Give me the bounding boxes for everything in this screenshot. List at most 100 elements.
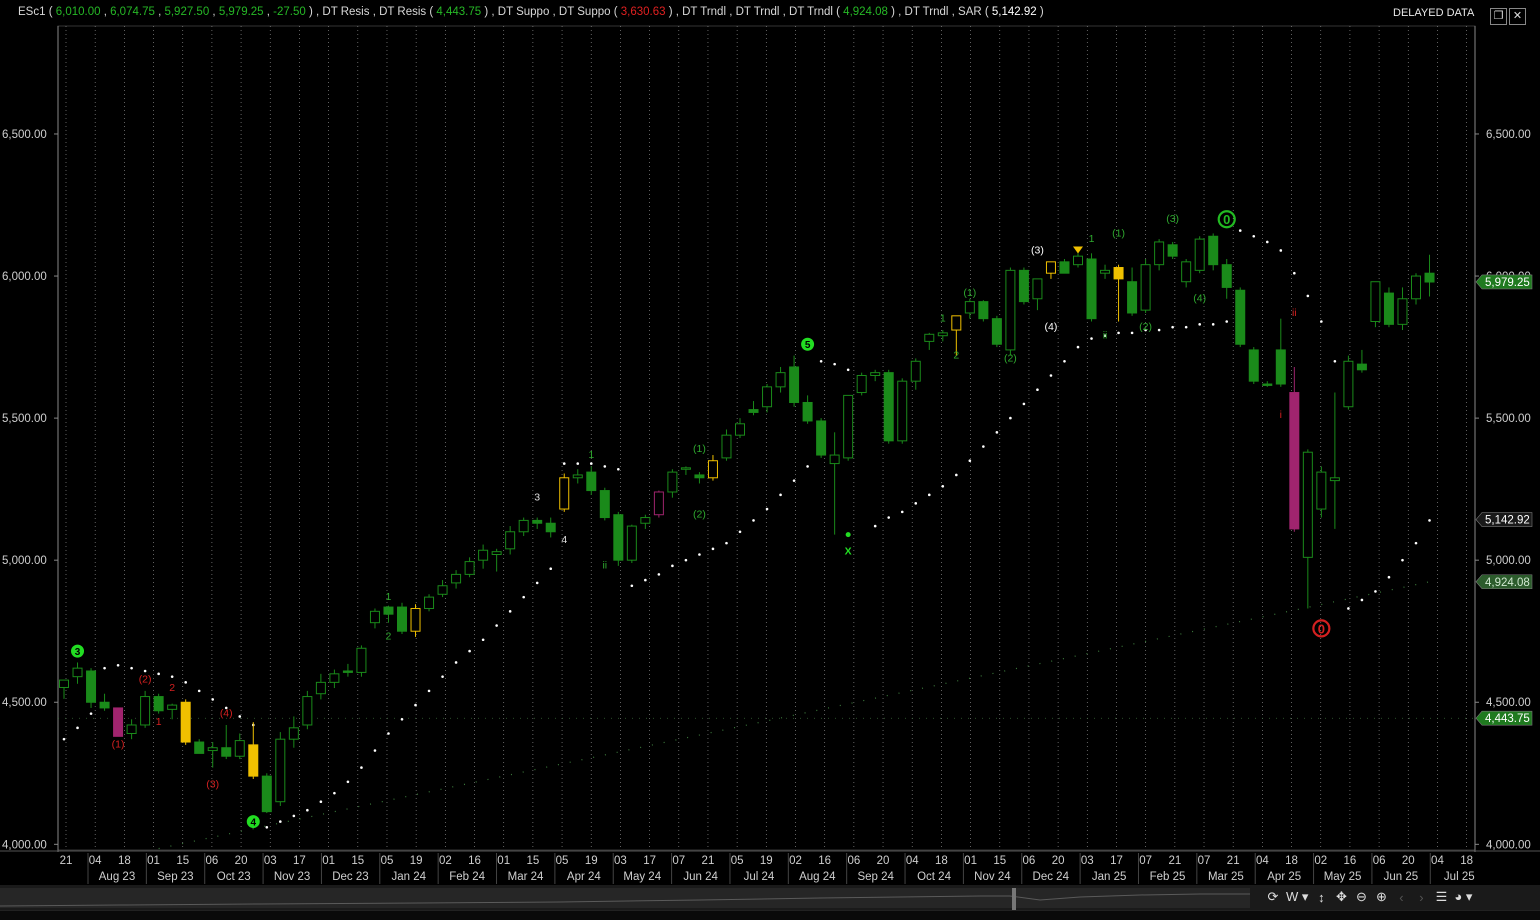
forward-icon[interactable]: › [1414,890,1428,905]
candle [167,703,178,720]
sar-dot [562,462,566,465]
navigator-handle[interactable] [1012,888,1016,910]
candle-body [762,386,773,408]
wave-count-label: 4 [561,534,567,546]
x-month-label: Oct 23 [217,871,251,883]
sar-dot [89,712,93,715]
candle-body [288,727,299,740]
candle [1113,264,1124,322]
restore-window-icon[interactable]: ❐ [1490,8,1507,25]
candle [1275,318,1286,387]
header-segment: , DT Trndl [782,6,837,18]
y-tick-label-left: 6,000.00 [2,271,47,283]
candle [1181,258,1192,288]
x-day-label: 21 [1168,855,1181,867]
sar-dot [319,800,323,803]
candle-body [843,394,854,459]
candle [816,418,827,458]
y-tick-label-left: 4,000.00 [2,839,47,851]
navigator-bar[interactable]: ⟳ W ▾ ↕ ✥ ⊖ ⊕ ‹ › ☰ ◕ ▾ [0,885,1540,910]
sar-dot [657,573,661,576]
x-month-label: Dec 24 [1033,871,1070,883]
candle-body [1127,281,1138,314]
x-day-label: 05 [731,855,744,867]
candle-body [410,607,421,632]
refresh-icon[interactable]: ⟳ [1266,889,1280,905]
candle [275,732,286,806]
header-segment: 4,443.75 [436,6,485,18]
navigator-track[interactable] [0,888,1250,910]
candle-body [694,474,705,479]
candle-body [626,525,637,561]
x-day-label: 20 [235,855,248,867]
y-tick-label-left: 5,000.00 [2,555,47,567]
sar-dot [630,584,634,588]
sar-dot [1401,558,1404,562]
x-day-label: 05 [381,855,394,867]
vertical-scale-icon[interactable]: ↕ [1314,890,1328,905]
candle-body [748,409,759,413]
color-palette-icon[interactable]: ◕ ▾ [1454,889,1472,905]
sar-dot [1306,294,1310,298]
candle-body [1059,261,1070,274]
sar-dot [1225,320,1229,323]
sar-dot [1198,323,1201,326]
sar-dot [995,431,999,434]
interval-dropdown[interactable]: W ▾ [1286,889,1308,905]
sar-dot [765,507,769,511]
zoom-in-icon[interactable]: ⊕ [1374,889,1388,905]
candle-body [1424,272,1435,283]
sar-dot [1009,416,1012,420]
candle [86,668,97,708]
candle-body [816,420,827,456]
x-day-label: 15 [351,855,364,867]
back-icon[interactable]: ‹ [1394,890,1408,905]
sar-dot [833,362,836,366]
close-icon[interactable]: ✕ [1509,8,1526,25]
candle [59,679,69,699]
candle-body [86,670,97,703]
candle-body [924,333,935,342]
candle-body [1316,471,1327,510]
candle-body [829,454,840,465]
wave-count-label: (2) [1004,352,1017,364]
wave-count-label: 2 [953,349,959,361]
candle [613,511,624,566]
sar-dot [468,649,471,653]
candle-body [140,696,151,726]
header-segment: ) [668,6,676,18]
candle-body [329,673,340,683]
sar-dot [130,666,133,670]
candle-body [1086,258,1097,320]
x-day-label: 07 [672,855,685,867]
pan-icon[interactable]: ✥ [1334,889,1348,905]
sar-dot [955,473,958,477]
sar-dot [617,467,620,471]
wave-count-label: 1 [386,591,392,603]
x-month-label: May 25 [1324,871,1362,883]
sar-dot [238,715,242,718]
sar-dot [143,669,147,673]
candle-body [491,551,502,555]
zoom-out-icon[interactable]: ⊖ [1354,889,1368,905]
x-day-label: 20 [877,855,890,867]
sar-dot [1333,359,1337,363]
candle-body [735,423,745,436]
sar-dot [1036,388,1039,391]
y-tick-label-right: 6,500.00 [1486,129,1531,141]
price-chart[interactable]: 21 04 18 01 15 06 20 03 17 01 15 05 19 02 16 01 15 05 19 03… [0,0,1540,919]
candle [72,662,83,684]
price-label-text: 4,924.08 [1485,577,1530,589]
wave-count-label: 2 [169,682,175,694]
menu-icon[interactable]: ☰ [1434,889,1448,905]
y-tick-label-left: 6,500.00 [2,129,47,141]
candle-body [424,596,435,609]
symbol-label: ESc1 [18,6,46,18]
wave-count-label: 3 [534,492,540,504]
wave-count-label: 4 [250,818,256,829]
x-day-label: 15 [993,855,1006,867]
candle-body [437,585,448,595]
candle [1127,267,1138,316]
candle-body [775,372,786,388]
x-day-label: 15 [526,855,539,867]
